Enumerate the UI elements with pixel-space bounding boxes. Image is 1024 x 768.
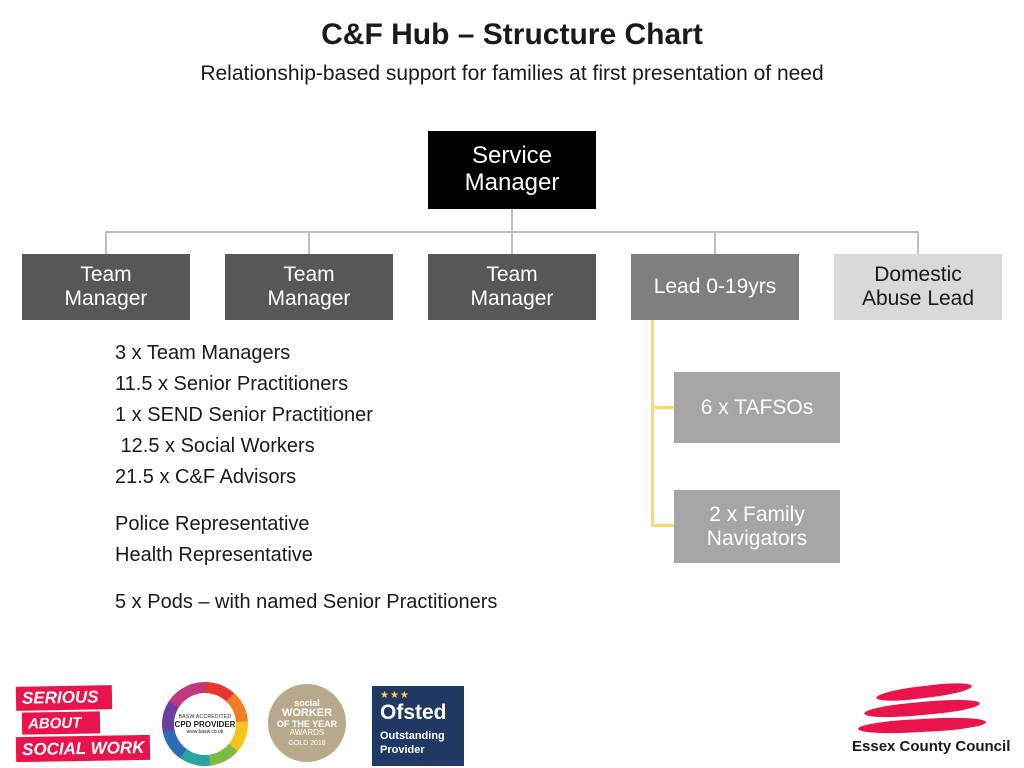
- detail-line-4: 12.5 x Social Workers: [115, 435, 315, 457]
- connector-drop-tm1: [105, 231, 107, 254]
- cpd-rainbow-ring: BASW ACCREDITED CPD PROVIDER www.basw.co…: [162, 682, 248, 766]
- logo-cpd-mid: CPD PROVIDER: [174, 719, 236, 729]
- logo-ofsted-outstanding-provider: ★★★ Ofsted Outstanding Provider: [372, 686, 464, 766]
- connector-lead-to-tafsos: [651, 406, 674, 409]
- detail-rep-health: Health Representative: [115, 544, 313, 566]
- ofsted-stars-icon: ★★★: [380, 690, 410, 701]
- logo-ssw-line1: SERIOUS: [15, 685, 113, 711]
- node-team-manager-3-line2: Manager: [470, 287, 554, 310]
- node-team-manager-2[interactable]: Team Manager: [225, 254, 393, 320]
- node-team-manager-1-line1: Team: [80, 263, 132, 287]
- detail-line-3: 1 x SEND Senior Practitioner: [115, 404, 373, 426]
- ecc-swoosh-icon-2: [863, 696, 981, 721]
- node-tafsos[interactable]: 6 x TAFSOs: [674, 372, 840, 443]
- logo-serious-about-social-work: SERIOUS ABOUT SOCIAL WORK: [15, 684, 156, 764]
- node-team-manager-3-line1: Team: [486, 263, 538, 287]
- node-service-manager-line2: Manager: [464, 169, 560, 196]
- node-team-manager-1[interactable]: Team Manager: [22, 254, 190, 320]
- logo-essex-county-council: Essex County Council: [852, 680, 1014, 764]
- ecc-swoosh-icon-3: [857, 715, 987, 736]
- detail-line-1: 3 x Team Managers: [115, 342, 291, 364]
- node-family-navigators-line2: Navigators: [706, 526, 808, 550]
- node-family-navigators-line1: 2 x Family: [709, 502, 805, 526]
- node-team-manager-2-line2: Manager: [267, 287, 351, 310]
- detail-line-5: 21.5 x C&F Advisors: [115, 466, 297, 488]
- detail-spacer-1: [115, 493, 635, 509]
- logo-ssw-line2: ABOUT: [21, 711, 101, 735]
- logo-ssw-line3: SOCIAL WORK: [15, 734, 151, 763]
- slide-canvas: C&F Hub – Structure Chart Relationship-b…: [0, 0, 1024, 768]
- logo-ecc-text: Essex County Council: [852, 738, 1011, 755]
- logo-swa-line5: GOLD 2018: [288, 739, 326, 747]
- logo-social-worker-of-the-year-awards: social WORKER OF THE YEAR AWARDS GOLD 20…: [268, 684, 346, 764]
- node-service-manager-line1: Service: [471, 142, 552, 170]
- connector-drop-lead: [714, 231, 716, 254]
- node-lead-0-19yrs[interactable]: Lead 0-19yrs: [631, 254, 799, 320]
- detail-rep-police: Police Representative: [115, 513, 310, 535]
- logo-swa-line4: AWARDS: [289, 728, 325, 738]
- connector-drop-tm2: [308, 231, 310, 254]
- connector-vertical-service: [511, 209, 513, 232]
- connector-lead-vertical: [651, 320, 654, 527]
- cpd-inner-disc: BASW ACCREDITED CPD PROVIDER www.basw.co…: [174, 693, 236, 755]
- logo-ofsted-line1: Outstanding: [380, 730, 445, 742]
- node-domestic-abuse-lead-line1: Domestic: [874, 263, 962, 287]
- detail-spacer-2: [115, 571, 635, 587]
- page-title: C&F Hub – Structure Chart: [321, 18, 703, 51]
- node-domestic-abuse-lead[interactable]: Domestic Abuse Lead: [834, 254, 1002, 320]
- detail-line-2: 11.5 x Senior Practitioners: [115, 373, 349, 395]
- connector-drop-tm3: [511, 231, 513, 254]
- node-team-manager-2-line1: Team: [283, 263, 335, 287]
- connector-drop-domestic: [917, 231, 919, 254]
- node-domestic-abuse-lead-line2: Abuse Lead: [861, 287, 975, 310]
- logo-ofsted-line2: Provider: [380, 744, 425, 756]
- node-lead-0-19yrs-label: Lead 0-19yrs: [653, 275, 777, 299]
- node-service-manager[interactable]: Service Manager: [428, 131, 596, 209]
- page-subtitle: Relationship-based support for families …: [200, 62, 824, 85]
- detail-pods: 5 x Pods – with named Senior Practitione…: [115, 591, 498, 613]
- swa-disc: social WORKER OF THE YEAR AWARDS GOLD 20…: [268, 684, 346, 762]
- staffing-details: 3 x Team Managers 11.5 x Senior Practiti…: [115, 338, 635, 618]
- logo-cpd-provider: BASW ACCREDITED CPD PROVIDER www.basw.co…: [162, 682, 250, 766]
- logo-cpd-bottom: www.basw.co.uk: [186, 728, 224, 735]
- connector-lead-to-navigators: [651, 524, 674, 527]
- node-family-navigators[interactable]: 2 x Family Navigators: [674, 490, 840, 563]
- logo-ofsted-name: Ofsted: [380, 701, 447, 724]
- node-team-manager-1-line2: Manager: [64, 287, 148, 310]
- node-tafsos-label: 6 x TAFSOs: [700, 395, 814, 419]
- node-team-manager-3[interactable]: Team Manager: [428, 254, 596, 320]
